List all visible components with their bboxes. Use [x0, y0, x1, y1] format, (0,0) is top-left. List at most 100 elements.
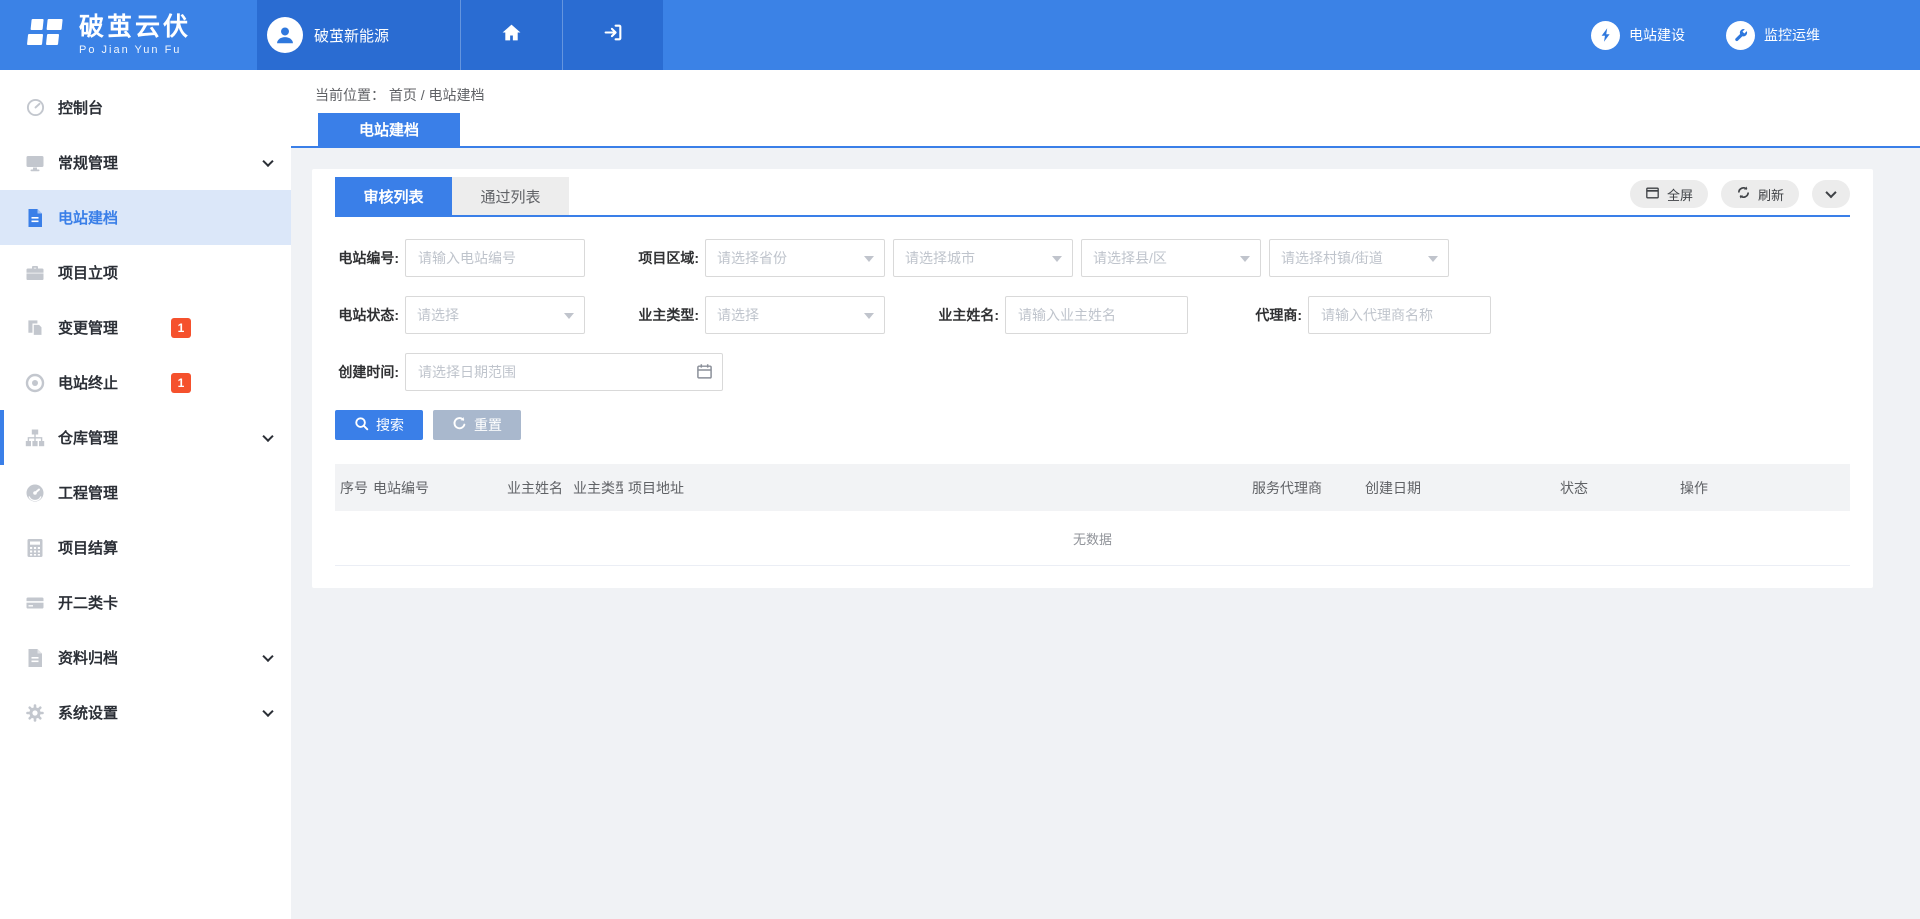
gear-icon — [25, 703, 45, 723]
reset-button[interactable]: 重置 — [433, 410, 521, 440]
sidebar-item-general-management[interactable]: 常规管理 — [0, 135, 291, 190]
sidebar-item-project-initiation[interactable]: 项目立项 — [0, 245, 291, 300]
station-no-input[interactable] — [405, 239, 585, 277]
sidebar-item-station-filing[interactable]: 电站建档 — [0, 190, 291, 245]
chevron-down-icon — [262, 430, 273, 441]
sidebar-item-system-settings[interactable]: 系统设置 — [0, 685, 291, 740]
empty-state: 无数据 — [335, 511, 1850, 566]
company-name: 破茧新能源 — [314, 25, 389, 46]
nav-station-construction[interactable]: 电站建设 — [1591, 21, 1685, 50]
search-icon — [354, 416, 369, 434]
col-index: 序号 — [335, 464, 368, 511]
sidebar-item-warehouse-management[interactable]: 仓库管理 — [0, 410, 291, 465]
breadcrumb: 当前位置： 首页 / 电站建档 — [291, 70, 1920, 105]
chevron-down-icon — [262, 155, 273, 166]
brand-title: 破茧云伏 — [79, 14, 191, 42]
filter-owner-type: 业主类型: 请选择 — [635, 296, 885, 334]
target-icon — [25, 373, 45, 393]
filter-region: 项目区域: 请选择省份 请选择城市 请选择县/区 — [635, 239, 1449, 277]
nav-monitor-ops[interactable]: 监控运维 — [1726, 21, 1820, 50]
sidebar-item-project-settlement[interactable]: 项目结算 — [0, 520, 291, 575]
caret-down-icon — [1052, 256, 1062, 262]
login-icon — [603, 22, 624, 48]
breadcrumb-prefix: 当前位置： — [315, 87, 385, 103]
filter-agent: 代理商: — [1238, 296, 1491, 334]
town-select[interactable]: 请选择村镇/街道 — [1269, 239, 1449, 277]
home-icon — [501, 22, 522, 48]
panel-tab-strip: 审核列表 通过列表 全屏 — [335, 177, 1850, 217]
station-status-select[interactable]: 请选择 — [405, 296, 585, 334]
briefcase-icon — [25, 263, 45, 283]
home-button[interactable] — [460, 0, 562, 70]
col-service-agent: 服务代理商 — [1247, 464, 1360, 511]
table-header-row: 序号 电站编号 业主姓名 业主类型 项目地址 服务代理商 创建日期 状态 操作 — [335, 464, 1850, 511]
filter-actions: 搜索 重置 — [335, 410, 1850, 440]
filter-owner-name: 业主姓名: — [935, 296, 1188, 334]
breadcrumb-path: 首页 / 电站建档 — [389, 87, 485, 103]
filter-form: 电站编号: 项目区域: 请选择省份 请选择城市 — [335, 217, 1850, 391]
owner-name-input[interactable] — [1005, 296, 1188, 334]
reset-icon — [452, 416, 467, 434]
date-range-input[interactable] — [405, 353, 723, 391]
province-select[interactable]: 请选择省份 — [705, 239, 885, 277]
main-content: 当前位置： 首页 / 电站建档 电站建档 审核列表 通过列表 全屏 — [291, 70, 1920, 919]
owner-type-select[interactable]: 请选择 — [705, 296, 885, 334]
content-card: 审核列表 通过列表 全屏 — [312, 169, 1873, 588]
brand-logo: 破茧云伏 Po Jian Yun Fu — [0, 0, 257, 70]
solar-panel-logo-icon — [26, 16, 66, 55]
caret-down-icon — [1428, 256, 1438, 262]
user-menu[interactable]: 破茧新能源 — [257, 0, 460, 70]
collapse-button[interactable] — [1812, 180, 1850, 208]
refresh-icon — [1736, 185, 1751, 203]
sidebar: 控制台 常规管理 电站建档 — [0, 70, 291, 919]
page-tab-station-filing[interactable]: 电站建档 — [318, 113, 460, 146]
calculator-icon — [25, 538, 45, 558]
header-right-nav: 电站建设 监控运维 — [1591, 0, 1920, 70]
col-project-address: 项目地址 — [623, 464, 1247, 511]
sidebar-item-data-archive[interactable]: 资料归档 — [0, 630, 291, 685]
brand-subtitle: Po Jian Yun Fu — [79, 44, 191, 56]
card-icon — [25, 593, 45, 613]
filter-create-time: 创建时间: — [335, 353, 723, 391]
chevron-down-icon — [262, 705, 273, 716]
header-sections: 破茧新能源 — [257, 0, 663, 70]
login-button[interactable] — [562, 0, 663, 70]
fullscreen-button[interactable]: 全屏 — [1630, 180, 1708, 208]
file-icon — [25, 648, 45, 668]
col-owner-name: 业主姓名 — [502, 464, 568, 511]
caret-down-icon — [864, 256, 874, 262]
caret-down-icon — [564, 313, 574, 319]
filter-station-no: 电站编号: — [335, 239, 585, 277]
col-owner-type: 业主类型 — [568, 464, 623, 511]
county-select[interactable]: 请选择县/区 — [1081, 239, 1261, 277]
copy-icon — [25, 318, 45, 338]
dashboard-icon — [25, 483, 45, 503]
sidebar-item-change-management[interactable]: 变更管理 1 — [0, 300, 291, 355]
gauge-icon — [25, 98, 45, 118]
sidebar-item-station-termination[interactable]: 电站终止 1 — [0, 355, 291, 410]
panel-tools: 全屏 刷新 — [1630, 180, 1850, 212]
agent-input[interactable] — [1308, 296, 1491, 334]
col-operation: 操作 — [1675, 464, 1850, 511]
chevron-down-icon — [1825, 187, 1836, 198]
city-select[interactable]: 请选择城市 — [893, 239, 1073, 277]
chevron-down-icon — [262, 650, 273, 661]
sitemap-icon — [25, 428, 45, 448]
user-avatar-icon — [267, 17, 303, 53]
notification-badge: 1 — [171, 318, 191, 338]
col-status: 状态 — [1555, 464, 1675, 511]
monitor-icon — [25, 153, 45, 173]
sidebar-item-engineering-management[interactable]: 工程管理 — [0, 465, 291, 520]
document-icon — [25, 208, 45, 228]
tab-passed-list[interactable]: 通过列表 — [452, 177, 569, 215]
filter-station-status: 电站状态: 请选择 — [335, 296, 585, 334]
sidebar-indicator-bar — [0, 410, 4, 465]
lightning-icon — [1591, 21, 1620, 50]
sidebar-item-dashboard[interactable]: 控制台 — [0, 80, 291, 135]
refresh-button[interactable]: 刷新 — [1721, 180, 1799, 208]
tab-review-list[interactable]: 审核列表 — [335, 177, 452, 215]
search-button[interactable]: 搜索 — [335, 410, 423, 440]
caret-down-icon — [1240, 256, 1250, 262]
notification-badge: 1 — [171, 373, 191, 393]
sidebar-item-open-card[interactable]: 开二类卡 — [0, 575, 291, 630]
